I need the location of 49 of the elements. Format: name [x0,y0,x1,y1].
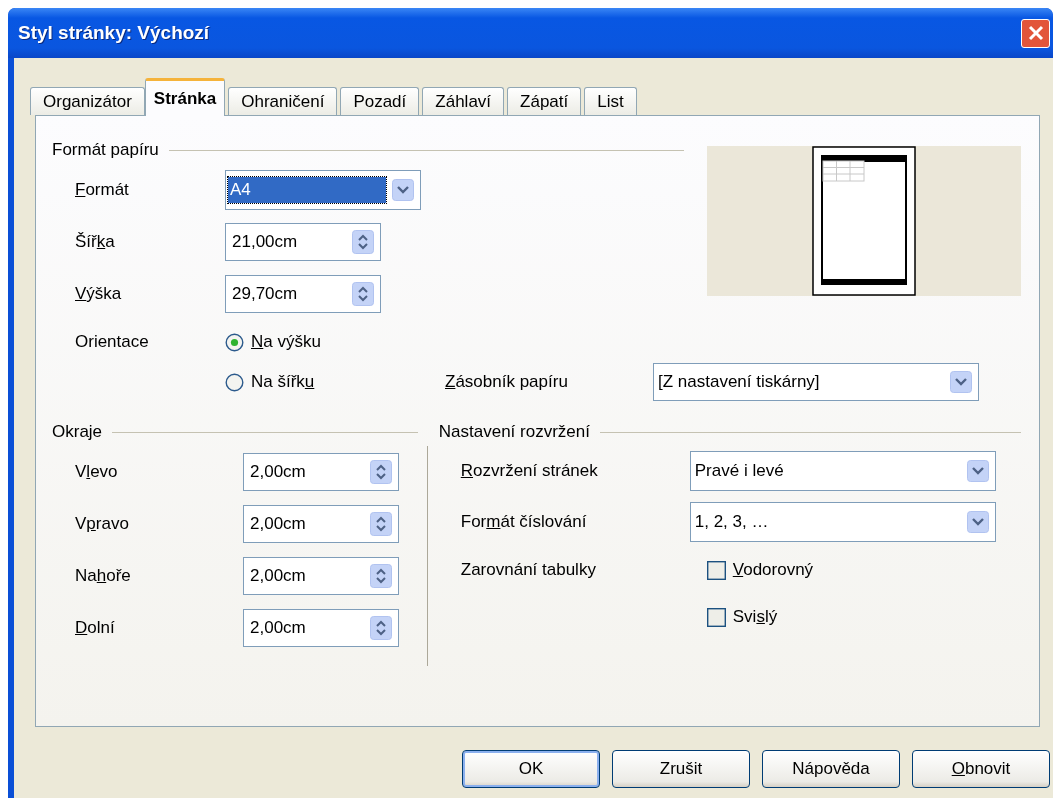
field-label: Nahoře [74,566,132,586]
close-icon [1027,25,1044,41]
section-title: Okraje [52,422,103,442]
radio-option[interactable]: Na šířku [225,372,445,392]
field-label: Zásobník papíru [445,372,569,392]
spin-field[interactable]: 2,00cm [243,557,399,595]
checkbox-option[interactable]: Svislý [706,607,778,627]
dialog-button[interactable]: Obnovit [912,750,1050,788]
spin-arrows-icon [370,460,392,484]
field-label: Šířka [74,232,116,252]
field-label: Dolní [74,618,116,638]
spin-field[interactable]: 29,70cm [225,275,381,313]
window-title: Styl stránky: Výchozí [18,22,210,44]
spin-arrows-icon [370,564,392,588]
spin-arrows-icon [370,616,392,640]
dialog-button[interactable]: Zrušit [612,750,750,788]
dialog-button[interactable]: Nápověda [762,750,900,788]
field-label: Orientace [74,332,150,352]
tab[interactable]: List [584,87,637,115]
field-label: Zarovnání tabulky [460,560,597,580]
field-label: Rozvržení stránek [460,461,599,481]
field-label: Vlevo [74,462,119,482]
dropdown[interactable]: A4 [225,170,421,210]
tab[interactable]: Pozadí [340,87,420,115]
field-label: Vpravo [74,514,130,534]
field-label: Formát [74,180,130,200]
radio-option[interactable]: Na výšku [225,332,321,352]
spin-field[interactable]: 2,00cm [243,505,399,543]
section-title: Formát papíru [52,140,159,160]
close-button[interactable] [1021,18,1050,48]
spin-field[interactable]: 2,00cm [243,453,399,491]
spin-arrows-icon [370,512,392,536]
field-label: Výška [74,284,123,304]
section-title: Nastavení rozvržení [438,422,590,442]
field-label: Formát číslování [460,512,588,532]
tab[interactable]: Organizátor [30,87,145,115]
dropdown[interactable]: [Z nastavení tiskárny] [653,363,979,401]
spin-field[interactable]: 21,00cm [225,223,381,261]
tab[interactable]: Zápatí [507,87,582,115]
dialog-button[interactable]: OK [462,750,600,788]
spin-arrows-icon [352,282,374,306]
tab[interactable]: Záhlaví [422,87,505,115]
dropdown[interactable]: Pravé i levé [689,451,996,491]
tab[interactable]: Stránka [144,78,226,116]
spin-arrows-icon [352,230,374,254]
dropdown[interactable]: 1, 2, 3, … [689,502,996,542]
spin-field[interactable]: 2,00cm [243,609,399,647]
tab[interactable]: Ohraničení [228,87,338,115]
checkbox-option[interactable]: Vodorovný [706,560,814,580]
